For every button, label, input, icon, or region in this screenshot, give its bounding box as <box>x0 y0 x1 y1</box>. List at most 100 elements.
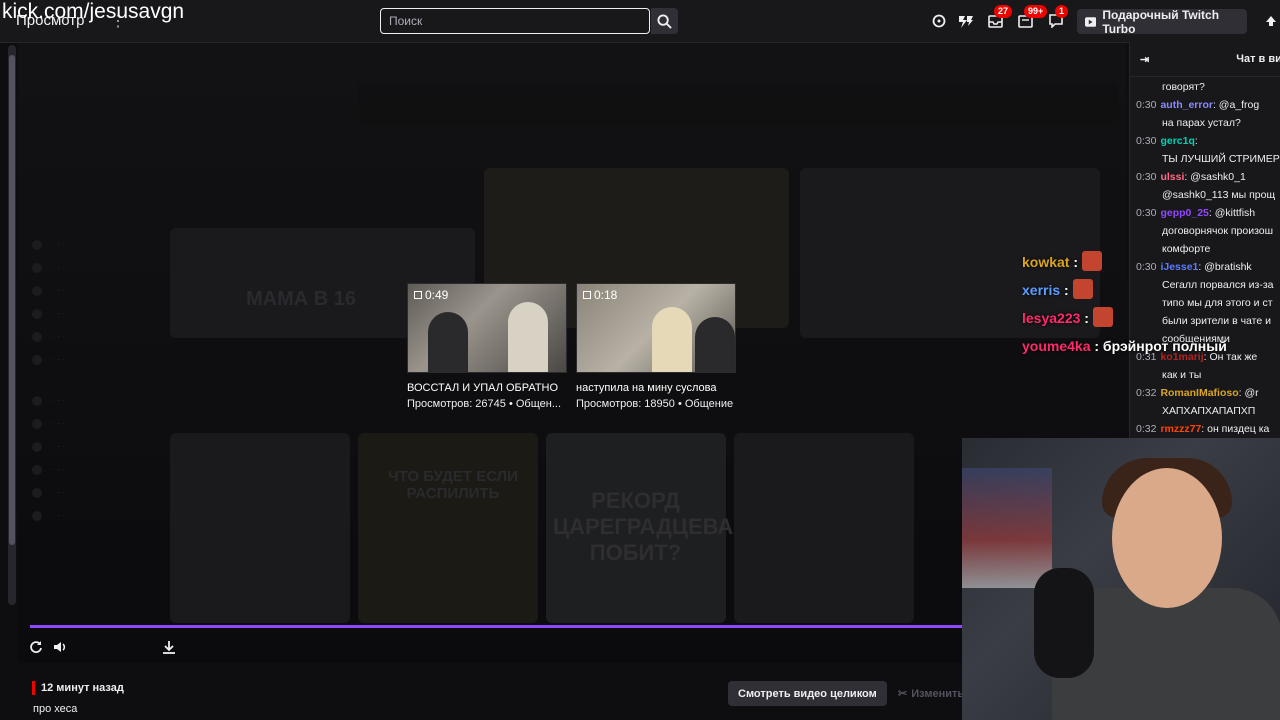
chat-text: договорнячок произош <box>1162 225 1274 237</box>
background-tile-text: ЧТО БУДЕТ ЕСЛИ РАСПИЛИТЬ <box>388 468 518 502</box>
download-icon[interactable] <box>161 639 177 655</box>
overlay-chat-username: xerris <box>1022 282 1061 298</box>
clip-icon <box>414 291 422 299</box>
background-tile <box>170 433 350 623</box>
chat-text: ХАПХАПХАПАПХП <box>1162 405 1256 417</box>
chat-timestamp: 0:32 <box>1136 423 1157 435</box>
chat-message: ХАПХАПХАПАПХП <box>1136 404 1280 419</box>
emote-icon <box>1072 279 1093 299</box>
bits-icon[interactable] <box>957 12 975 30</box>
timestamp-accent <box>32 681 35 695</box>
chat-text: : @r <box>1238 387 1259 399</box>
clip-thumbnail[interactable]: 0:18 <box>576 283 736 373</box>
chat-username[interactable]: gerc1q <box>1160 135 1194 147</box>
background-tile <box>734 433 914 623</box>
chat-message: 0:32 rmzzz77: он пиздец ка <box>1136 422 1280 437</box>
chat-text: : @kittfish <box>1208 207 1256 219</box>
overlay-chat-message: youme4ka : брэйнрот полный <box>1022 332 1272 360</box>
gift-turbo-button[interactable]: Подарочный Twitch Turbo <box>1077 7 1247 36</box>
chat-message: как и ты <box>1136 368 1280 383</box>
overlay-chat-message: lesya223 : <box>1022 304 1272 332</box>
background-tile <box>358 433 538 623</box>
player-controls <box>18 633 962 663</box>
scrollbar-thumb[interactable] <box>9 55 15 545</box>
clip-meta: Просмотров: 26745 • Общен... <box>407 398 562 410</box>
chat-timestamp: 0:32 <box>1136 387 1157 399</box>
chat-username[interactable]: gepp0_25 <box>1160 207 1208 219</box>
chevron-up-icon[interactable] <box>1262 12 1280 30</box>
chat-text: : он пиздец ка <box>1201 423 1270 435</box>
emote-icon <box>1092 307 1113 327</box>
emote-icon <box>1082 251 1103 271</box>
chat-text: как и ты <box>1162 369 1202 381</box>
inbox-icon[interactable]: 27 <box>986 5 1013 30</box>
clip-icon <box>583 291 591 299</box>
overlay-chat-username: youme4ka <box>1022 338 1091 354</box>
overlay-chat-username: lesya223 <box>1022 310 1081 326</box>
turbo-icon <box>1085 16 1097 27</box>
whispers-icon[interactable]: 1 <box>1047 5 1069 30</box>
clip-title[interactable]: наступила на мину суслова <box>576 382 736 394</box>
overlay-chat-message: xerris : <box>1022 276 1272 304</box>
chat-text: : @a_frog <box>1212 99 1260 111</box>
chat-timestamp: 0:30 <box>1136 135 1157 147</box>
volume-icon[interactable] <box>52 639 68 655</box>
chat-message: 0:32 RomanIMafioso: @r <box>1136 386 1280 401</box>
chat-message: говорят? <box>1136 80 1280 95</box>
clip-card[interactable]: 0:18 наступила на мину суслова Просмотро… <box>576 283 736 410</box>
overlay-chat-text: : <box>1060 282 1069 298</box>
search-field[interactable] <box>380 8 650 34</box>
stream-channel-watermark: kick.com/jesusavgn <box>2 0 185 23</box>
overlay-chat-message: kowkat : <box>1022 248 1272 276</box>
video-player[interactable]: · · · · · · · · · · · · · · · · · · · · · · ·… <box>18 43 1126 663</box>
chat-panel: ⇥ Чат в виде говорят?0:30auth_error: @a_… <box>1129 42 1280 438</box>
clip-card[interactable]: 0:49 ВОССТАЛ И УПАЛ ОБРАТНО Просмотров: … <box>407 283 567 410</box>
clip-title[interactable]: ВОССТАЛ И УПАЛ ОБРАТНО <box>407 382 567 394</box>
whispers-badge: 1 <box>1055 5 1069 18</box>
chat-message: договорнячок произош <box>1136 224 1280 239</box>
clip-meta: Просмотров: 18950 • Общение <box>576 398 734 410</box>
chat-text: @sashk0_113 мы прощ <box>1162 189 1276 201</box>
chat-username[interactable]: rmzzz77 <box>1160 423 1201 435</box>
chat-message: на парах устал? <box>1136 116 1280 131</box>
chat-text: : @sashk0_1 <box>1184 171 1246 183</box>
page-scrollbar[interactable] <box>8 45 16 605</box>
crown-icon[interactable] <box>930 12 948 30</box>
gift-turbo-label: Подарочный Twitch Turbo <box>1102 7 1220 36</box>
chat-username[interactable]: auth_error <box>1160 99 1213 111</box>
overlay-chat-text: : <box>1080 310 1089 326</box>
chat-timestamp: 0:30 <box>1136 171 1157 183</box>
collapse-chat-icon[interactable]: ⇥ <box>1140 53 1149 66</box>
overlay-chat-username: kowkat <box>1022 254 1070 270</box>
background-tile-text: РЕКОРД ЦАРЕГРАДЦЕВА ПОБИТ? <box>553 488 734 565</box>
chat-text: ТЫ ЛУЧШИЙ СТРИМЕР <box>1162 153 1280 165</box>
overlay-chat-text: : брэйнрот полный <box>1090 338 1227 354</box>
chat-timestamp: 0:30 <box>1136 207 1157 219</box>
chat-message: 0:30 auth_error: @a_frog <box>1136 98 1280 113</box>
chat-text: : <box>1194 135 1198 147</box>
clip-duration: 0:49 <box>414 288 448 302</box>
chat-text: говорят? <box>1162 81 1205 93</box>
notifications-icon[interactable]: 99+ <box>1016 5 1048 30</box>
chat-username[interactable]: RomanIMafioso <box>1160 387 1238 399</box>
clips-row: 0:49 ВОССТАЛ И УПАЛ ОБРАТНО Просмотров: … <box>407 283 767 413</box>
notifications-badge: 99+ <box>1024 5 1048 18</box>
search-input[interactable] <box>381 9 649 33</box>
watch-full-video-button[interactable]: Смотреть видео целиком <box>728 681 887 706</box>
video-timestamp: 12 минут назад <box>32 681 124 695</box>
search-button[interactable] <box>651 8 678 34</box>
background-page-sidebar: · · · · · · · · · · · · · · · · · · · · · · ·… <box>18 233 168 613</box>
chat-message: ТЫ ЛУЧШИЙ СТРИМЕР <box>1136 152 1280 167</box>
chat-message: 0:30 gerc1q: <box>1136 134 1280 149</box>
playback-progress-bar[interactable] <box>30 625 962 628</box>
stream-chat-overlay: kowkat : xerris : lesya223 : youme4ka : брэ… <box>1022 248 1272 360</box>
streamer-webcam <box>962 438 1280 720</box>
edit-button[interactable]: ✂ Изменить <box>898 681 964 706</box>
scissors-icon: ✂ <box>898 688 908 700</box>
top-navigation-bar: Просмотр ⋮ 27 99+ 1 Подарочный Twitch Tu… <box>0 0 1280 43</box>
chat-username[interactable]: ulssi <box>1160 171 1184 183</box>
replay-icon[interactable] <box>28 639 44 655</box>
video-title: про хеса <box>33 703 78 715</box>
chat-header: ⇥ Чат в виде <box>1130 42 1280 77</box>
clip-thumbnail[interactable]: 0:49 <box>407 283 567 373</box>
